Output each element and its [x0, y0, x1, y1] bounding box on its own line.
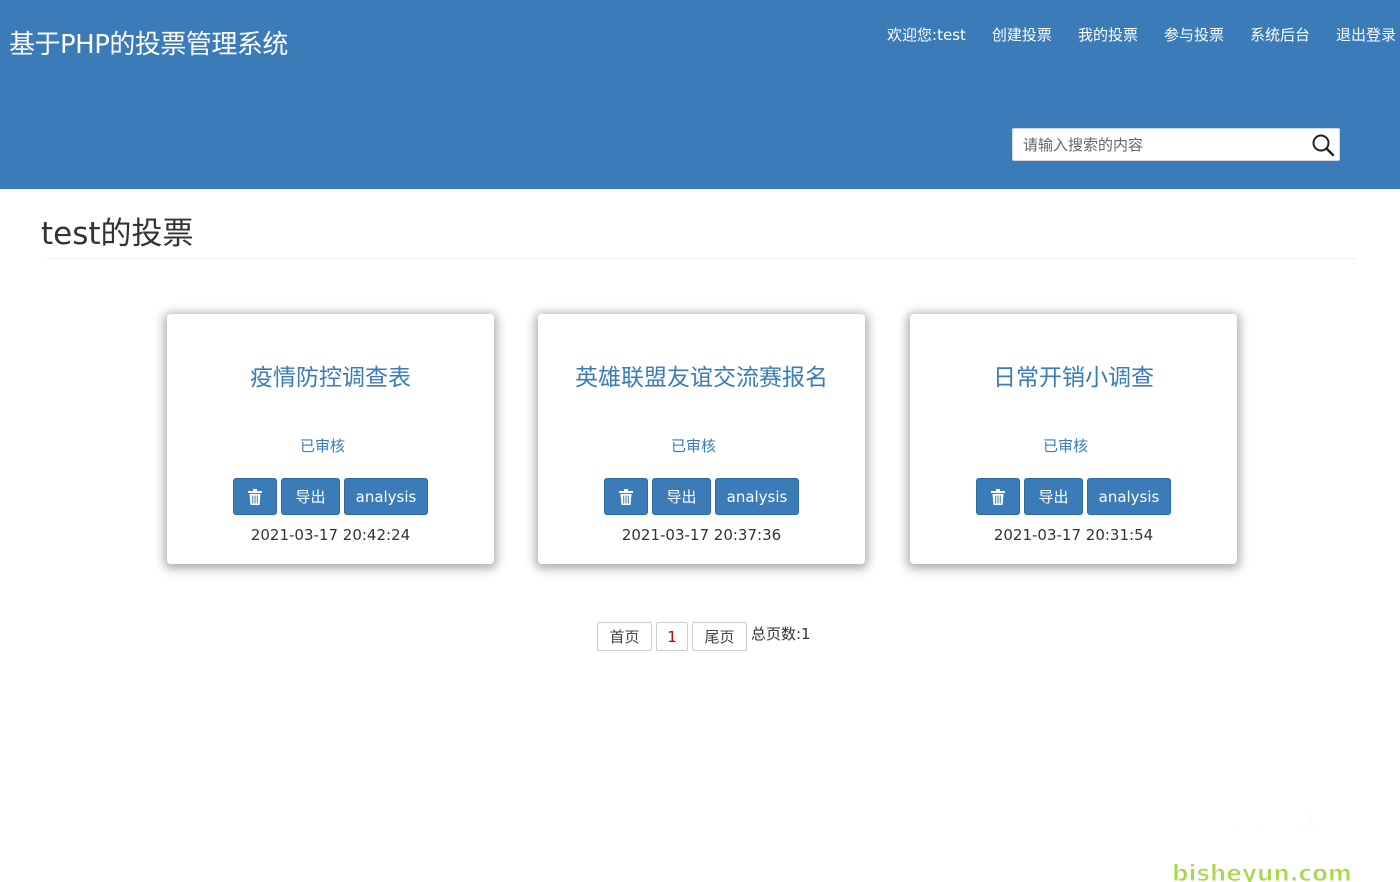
top-nav: 欢迎您:test 创建投票 我的投票 参与投票 系统后台 退出登录 — [861, 24, 1396, 45]
analysis-button[interactable]: analysis — [715, 478, 799, 515]
vote-card: 疫情防控调查表 已审核 导出 analysis 2021-03-17 20:42… — [167, 314, 494, 564]
vote-card-status: 已审核 — [299, 437, 345, 455]
watermark-line-1: 更多设计请关注 — [1180, 805, 1324, 860]
delete-button[interactable] — [604, 478, 648, 515]
search-box — [1012, 128, 1340, 161]
nav-my-votes[interactable]: 我的投票 — [1078, 24, 1138, 45]
vote-card-title[interactable]: 疫情防控调查表 — [167, 358, 494, 392]
analysis-button[interactable]: analysis — [344, 478, 428, 515]
delete-button[interactable] — [233, 478, 277, 515]
last-page-button[interactable]: 尾页 — [692, 622, 747, 651]
vote-card-time: 2021-03-17 20:37:36 — [621, 526, 782, 544]
vote-card-status: 已审核 — [1042, 437, 1088, 455]
analysis-button[interactable]: analysis — [1087, 478, 1171, 515]
vote-card: 英雄联盟友谊交流赛报名 已审核 导出 analysis 2021-03-17 2… — [538, 314, 865, 564]
trash-icon — [991, 488, 1005, 505]
trash-icon — [619, 488, 633, 505]
vote-card-title[interactable]: 英雄联盟友谊交流赛报名 — [538, 358, 865, 392]
page-number-button[interactable]: 1 — [656, 622, 688, 651]
trash-icon — [248, 488, 262, 505]
first-page-button[interactable]: 首页 — [597, 622, 652, 651]
brand-title: 基于PHP的投票管理系统 — [9, 30, 288, 60]
vote-card-title[interactable]: 日常开销小调查 — [910, 358, 1237, 392]
vote-card-actions: 导出 analysis — [604, 478, 803, 515]
delete-button[interactable] — [976, 478, 1020, 515]
nav-logout[interactable]: 退出登录 — [1336, 24, 1396, 45]
page-title: test的投票 — [41, 216, 194, 252]
nav-create-vote[interactable]: 创建投票 — [992, 24, 1052, 45]
export-button[interactable]: 导出 — [1024, 478, 1083, 515]
watermark: 更多设计请关注 bisheyun.com — [1172, 804, 1353, 882]
vote-card-actions: 导出 analysis — [233, 478, 432, 515]
vote-card-status: 已审核 — [670, 437, 716, 455]
title-divider — [46, 258, 1356, 259]
vote-card-time: 2021-03-17 20:31:54 — [993, 526, 1154, 544]
export-button[interactable]: 导出 — [652, 478, 711, 515]
vote-card-actions: 导出 analysis — [976, 478, 1175, 515]
nav-join-vote[interactable]: 参与投票 — [1164, 24, 1224, 45]
nav-admin[interactable]: 系统后台 — [1250, 24, 1310, 45]
nav-welcome-user[interactable]: 欢迎您:test — [887, 24, 966, 45]
pagination: 首页 1 尾页 总页数:1 — [597, 622, 811, 651]
search-icon[interactable] — [1311, 133, 1335, 157]
total-pages-label: 总页数:1 — [751, 625, 811, 643]
vote-card: 日常开销小调查 已审核 导出 analysis 2021-03-17 20:31… — [910, 314, 1237, 564]
vote-card-time: 2021-03-17 20:42:24 — [250, 526, 411, 544]
search-input[interactable] — [1013, 129, 1303, 160]
export-button[interactable]: 导出 — [281, 478, 340, 515]
watermark-line-2: bisheyun.com — [1172, 861, 1353, 882]
header-bar: 基于PHP的投票管理系统 欢迎您:test 创建投票 我的投票 参与投票 系统后… — [0, 0, 1400, 189]
